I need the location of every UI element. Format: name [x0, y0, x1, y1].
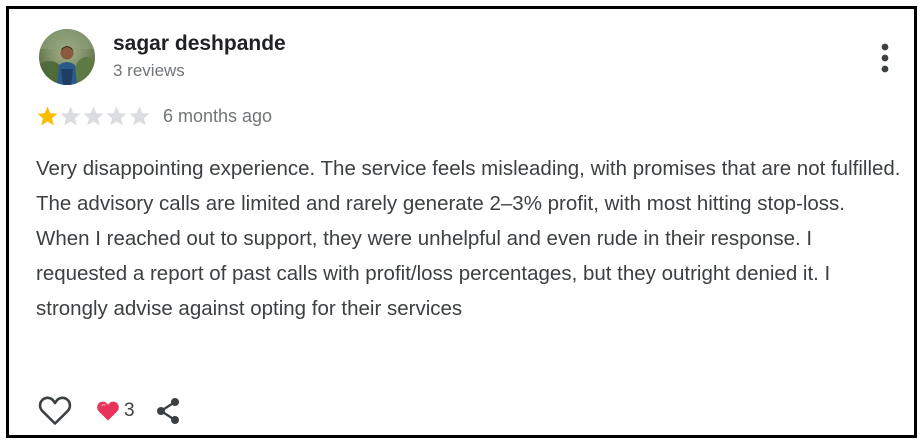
share-icon: [156, 398, 179, 424]
share-button[interactable]: [151, 394, 185, 428]
more-vert-icon[interactable]: [873, 41, 897, 75]
avatar-photo: [39, 29, 95, 85]
star-filled-icon: [37, 106, 58, 126]
review-card: sagar deshpande 3 reviews 6 months ago V…: [6, 6, 917, 438]
reaction-count: 3: [124, 400, 135, 421]
like-button[interactable]: [36, 394, 74, 428]
review-text: Very disappointing experience. The servi…: [36, 157, 901, 320]
reaction-summary[interactable]: 3: [96, 400, 135, 422]
avatar[interactable]: [39, 29, 95, 85]
star-empty-icon: [83, 106, 104, 126]
author-name[interactable]: sagar deshpande: [113, 32, 286, 56]
rating-row: 6 months ago: [36, 104, 272, 128]
star-rating: [36, 105, 151, 127]
review-actions: 3: [36, 394, 185, 428]
heart-outline-icon: [38, 396, 72, 425]
star-empty-icon: [106, 106, 127, 126]
review-time: 6 months ago: [163, 105, 273, 126]
review-count: 3 reviews: [113, 61, 185, 80]
heart-filled-icon: [97, 401, 119, 421]
star-empty-icon: [60, 106, 81, 126]
star-empty-icon: [129, 106, 150, 126]
